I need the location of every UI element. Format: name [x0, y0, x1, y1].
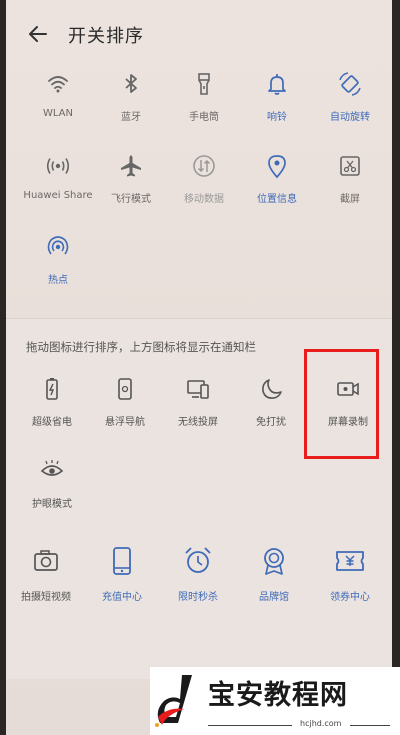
tile-wireless-projection[interactable]: 无线投屏 — [161, 375, 235, 445]
service-label: 拍摄短视频 — [21, 592, 71, 603]
tile-label: 热点 — [48, 275, 68, 286]
battery-saver-icon — [46, 378, 58, 400]
service-brand-hall[interactable]: 品牌馆 — [237, 544, 311, 614]
tile-auto-rotate[interactable]: 自动旋转 — [313, 70, 387, 140]
service-coupon-center[interactable]: 领券中心 — [313, 544, 387, 614]
tile-location[interactable]: 位置信息 — [240, 152, 314, 222]
service-label: 限时秒杀 — [178, 592, 218, 603]
service-short-video[interactable]: 拍摄短视频 — [9, 544, 83, 614]
service-label: 领券中心 — [330, 592, 370, 603]
eye-comfort-icon — [40, 460, 64, 476]
mobile-data-icon — [193, 155, 215, 177]
tile-label: 免打扰 — [256, 417, 286, 428]
tile-mobile-data[interactable]: 移动数据 — [167, 152, 241, 222]
watermark-logo-icon — [155, 675, 192, 727]
camera-icon — [34, 550, 58, 571]
watermark-url: hcjhd.com — [300, 719, 342, 728]
back-button[interactable] — [24, 20, 52, 48]
alarm-clock-icon — [185, 547, 211, 573]
bluetooth-icon — [125, 74, 137, 93]
tile-label: 护眼模式 — [32, 499, 72, 510]
tile-hotspot[interactable]: 热点 — [21, 233, 95, 303]
watermark-title: 宝安教程网 — [208, 680, 348, 711]
badge-icon — [264, 548, 284, 575]
service-recharge-center[interactable]: 充值中心 — [85, 544, 159, 614]
back-arrow-icon — [29, 26, 47, 42]
tile-huawei-share[interactable]: Huawei Share — [21, 152, 95, 222]
tile-airplane[interactable]: 飞行模式 — [94, 152, 168, 222]
header: 开关排序 — [6, 12, 392, 56]
tile-flashlight[interactable]: 手电筒 — [167, 70, 241, 140]
tile-wlan[interactable]: WLAN — [21, 70, 95, 140]
flashlight-icon — [198, 73, 210, 95]
service-flash-sale[interactable]: 限时秒杀 — [161, 544, 235, 614]
tile-label: 自动旋转 — [330, 112, 370, 123]
phone-recharge-icon — [113, 547, 131, 575]
tile-floating-nav[interactable]: 悬浮导航 — [88, 375, 162, 445]
auto-rotate-icon — [339, 72, 361, 96]
location-icon — [268, 155, 286, 179]
tile-eye-comfort[interactable]: 护眼模式 — [15, 457, 89, 527]
page-title: 开关排序 — [68, 26, 144, 47]
floating-nav-icon — [118, 378, 132, 400]
screenshot-icon — [340, 156, 360, 176]
coupon-icon — [336, 551, 364, 571]
moon-icon — [262, 379, 282, 399]
watermark: 宝安教程网 hcjhd.com — [150, 667, 400, 735]
tile-screenshot[interactable]: 截屏 — [313, 152, 387, 222]
tile-ring[interactable]: 响铃 — [240, 70, 314, 140]
annotation-highlight-box — [304, 349, 379, 459]
bell-icon — [268, 74, 286, 95]
sort-hint-text: 拖动图标进行排序，上方图标将显示在通知栏 — [26, 340, 256, 354]
huawei-share-icon — [46, 158, 70, 174]
service-label: 品牌馆 — [259, 592, 289, 603]
tile-battery-saver[interactable]: 超级省电 — [15, 375, 89, 445]
enabled-tiles-panel: 开关排序 WLAN 蓝牙 手电筒 响铃 自动旋转 Huawei Share 飞行… — [6, 0, 392, 318]
hotspot-icon — [47, 236, 69, 255]
airplane-icon — [121, 155, 141, 177]
wifi-icon — [48, 76, 68, 93]
wireless-projection-icon — [187, 380, 209, 399]
service-label: 充值中心 — [102, 592, 142, 603]
tile-label: 截屏 — [340, 194, 360, 205]
tile-do-not-disturb[interactable]: 免打扰 — [234, 375, 308, 445]
watermark-rule — [208, 725, 292, 726]
tile-bluetooth[interactable]: 蓝牙 — [94, 70, 168, 140]
watermark-rule — [350, 725, 390, 726]
